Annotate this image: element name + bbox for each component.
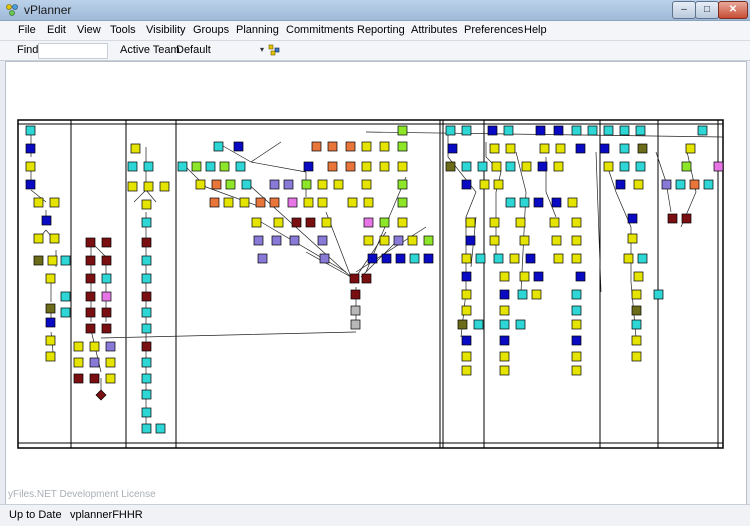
menu-view[interactable]: View: [77, 24, 101, 36]
menu-reporting[interactable]: Reporting: [357, 24, 405, 36]
dependency-links: [30, 130, 724, 432]
menu-file[interactable]: File: [18, 24, 36, 36]
vplanner-logo-icon: [6, 4, 18, 16]
menu-edit[interactable]: Edit: [47, 24, 66, 36]
close-button[interactable]: ✕: [718, 1, 748, 19]
active-team-select[interactable]: Default ▾: [174, 43, 264, 57]
license-watermark: yFiles.NET Development License: [8, 489, 156, 500]
title-bar[interactable]: vPlanner – □ ✕: [0, 0, 750, 21]
menu-help[interactable]: Help: [524, 24, 547, 36]
menu-attributes[interactable]: Attributes: [411, 24, 457, 36]
status-state: Up to Date: [9, 509, 62, 521]
team-members-icon[interactable]: [268, 44, 280, 56]
menu-bar: File Edit View Tools Visibility Groups P…: [0, 21, 750, 41]
menu-visibility[interactable]: Visibility: [146, 24, 186, 36]
active-team-value: Default: [176, 44, 211, 56]
menu-preferences[interactable]: Preferences: [464, 24, 523, 36]
active-team-label: Active Team: [120, 44, 180, 56]
menu-planning[interactable]: Planning: [236, 24, 279, 36]
graph-canvas[interactable]: [5, 61, 747, 505]
find-input[interactable]: [38, 43, 108, 59]
network-diagram[interactable]: [6, 62, 746, 504]
maximize-button[interactable]: □: [695, 1, 719, 19]
chevron-down-icon: ▾: [259, 45, 264, 54]
toolbar: Find Active Team Default ▾: [0, 41, 750, 61]
window-title: vPlanner: [24, 3, 72, 17]
status-bar: Up to Date vplannerFHHR: [0, 504, 750, 526]
task-nodes[interactable]: [25, 125, 724, 434]
menu-tools[interactable]: Tools: [110, 24, 136, 36]
status-project: vplannerFHHR: [70, 509, 143, 521]
minimize-button[interactable]: –: [672, 1, 696, 19]
find-label: Find: [17, 44, 39, 56]
menu-commitments[interactable]: Commitments: [286, 24, 354, 36]
menu-groups[interactable]: Groups: [193, 24, 229, 36]
app-window: vPlanner – □ ✕ File Edit View Tools Visi…: [0, 0, 750, 526]
